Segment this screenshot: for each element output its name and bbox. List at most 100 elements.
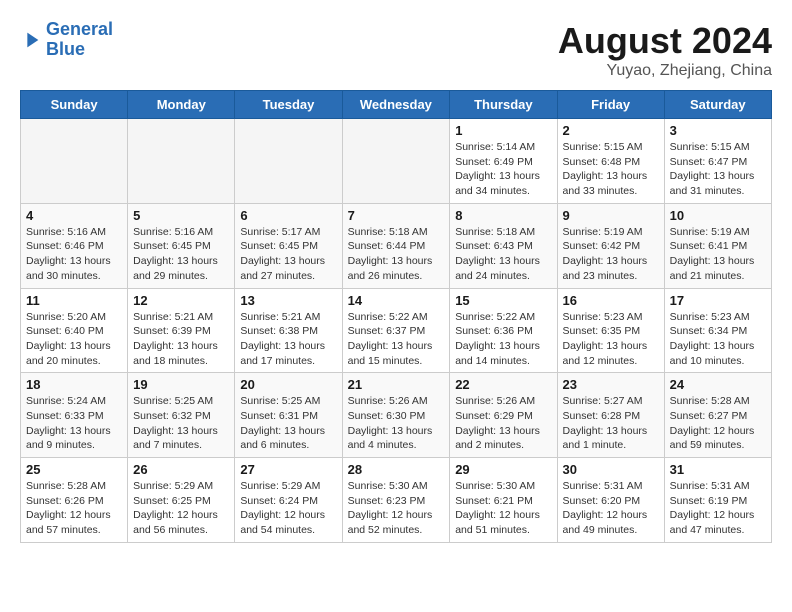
day-cell: [342, 119, 450, 204]
day-info: Sunrise: 5:18 AMSunset: 6:43 PMDaylight:…: [455, 225, 551, 284]
weekday-header-monday: Monday: [128, 91, 235, 119]
day-info: Sunrise: 5:26 AMSunset: 6:29 PMDaylight:…: [455, 394, 551, 453]
week-row-1: 1 Sunrise: 5:14 AMSunset: 6:49 PMDaylight…: [21, 119, 772, 204]
logo-line2: Blue: [46, 40, 113, 60]
day-info: Sunrise: 5:23 AMSunset: 6:35 PMDaylight:…: [563, 310, 659, 369]
day-number: 13: [240, 293, 336, 308]
day-cell: [21, 119, 128, 204]
day-info: Sunrise: 5:15 AMSunset: 6:47 PMDaylight:…: [670, 140, 766, 199]
day-number: 2: [563, 123, 659, 138]
day-number: 7: [348, 208, 445, 223]
day-info: Sunrise: 5:30 AMSunset: 6:21 PMDaylight:…: [455, 479, 551, 538]
day-cell: 3 Sunrise: 5:15 AMSunset: 6:47 PMDaylight…: [664, 119, 771, 204]
day-info: Sunrise: 5:14 AMSunset: 6:49 PMDaylight:…: [455, 140, 551, 199]
day-cell: 31 Sunrise: 5:31 AMSunset: 6:19 PMDayligh…: [664, 458, 771, 543]
logo-line1: General: [46, 19, 113, 39]
day-cell: 26Sunrise: 5:29 AMSunset: 6:25 PMDayligh…: [128, 458, 235, 543]
day-info: Sunrise: 5:23 AMSunset: 6:34 PMDaylight:…: [670, 310, 766, 369]
weekday-header-wednesday: Wednesday: [342, 91, 450, 119]
day-number: 9: [563, 208, 659, 223]
day-info: Sunrise: 5:28 AMSunset: 6:27 PMDaylight:…: [670, 394, 766, 453]
day-info: Sunrise: 5:24 AMSunset: 6:33 PMDaylight:…: [26, 394, 122, 453]
day-number: 25: [26, 462, 122, 477]
day-info: Sunrise: 5:16 AMSunset: 6:46 PMDaylight:…: [26, 225, 122, 284]
day-cell: 14Sunrise: 5:22 AMSunset: 6:37 PMDayligh…: [342, 288, 450, 373]
day-cell: 21Sunrise: 5:26 AMSunset: 6:30 PMDayligh…: [342, 373, 450, 458]
day-info: Sunrise: 5:29 AMSunset: 6:24 PMDaylight:…: [240, 479, 336, 538]
logo-text: General Blue: [46, 20, 113, 60]
day-info: Sunrise: 5:21 AMSunset: 6:39 PMDaylight:…: [133, 310, 229, 369]
day-cell: 22 Sunrise: 5:26 AMSunset: 6:29 PMDayligh…: [450, 373, 557, 458]
day-number: 1: [455, 123, 551, 138]
day-cell: 7 Sunrise: 5:18 AMSunset: 6:44 PMDaylight…: [342, 203, 450, 288]
day-number: 4: [26, 208, 122, 223]
day-cell: 28 Sunrise: 5:30 AMSunset: 6:23 PMDayligh…: [342, 458, 450, 543]
day-number: 24: [670, 377, 766, 392]
day-number: 29: [455, 462, 551, 477]
weekday-header-tuesday: Tuesday: [235, 91, 342, 119]
day-cell: 23Sunrise: 5:27 AMSunset: 6:28 PMDayligh…: [557, 373, 664, 458]
day-cell: 15Sunrise: 5:22 AMSunset: 6:36 PMDayligh…: [450, 288, 557, 373]
day-cell: 29 Sunrise: 5:30 AMSunset: 6:21 PMDayligh…: [450, 458, 557, 543]
day-number: 30: [563, 462, 659, 477]
logo-icon: [20, 29, 42, 51]
day-cell: 13Sunrise: 5:21 AMSunset: 6:38 PMDayligh…: [235, 288, 342, 373]
weekday-header-sunday: Sunday: [21, 91, 128, 119]
day-info: Sunrise: 5:17 AMSunset: 6:45 PMDaylight:…: [240, 225, 336, 284]
day-cell: [128, 119, 235, 204]
day-info: Sunrise: 5:30 AMSunset: 6:23 PMDaylight:…: [348, 479, 445, 538]
day-cell: 2 Sunrise: 5:15 AMSunset: 6:48 PMDaylight…: [557, 119, 664, 204]
page-header: General Blue August 2024 Yuyao, Zhejiang…: [20, 20, 772, 80]
day-number: 22: [455, 377, 551, 392]
day-number: 12: [133, 293, 229, 308]
day-info: Sunrise: 5:22 AMSunset: 6:37 PMDaylight:…: [348, 310, 445, 369]
day-number: 5: [133, 208, 229, 223]
day-info: Sunrise: 5:25 AMSunset: 6:31 PMDaylight:…: [240, 394, 336, 453]
day-info: Sunrise: 5:28 AMSunset: 6:26 PMDaylight:…: [26, 479, 122, 538]
day-number: 26: [133, 462, 229, 477]
day-number: 10: [670, 208, 766, 223]
day-number: 27: [240, 462, 336, 477]
day-cell: 30 Sunrise: 5:31 AMSunset: 6:20 PMDayligh…: [557, 458, 664, 543]
week-row-4: 18 Sunrise: 5:24 AMSunset: 6:33 PMDayligh…: [21, 373, 772, 458]
day-cell: 24 Sunrise: 5:28 AMSunset: 6:27 PMDayligh…: [664, 373, 771, 458]
day-info: Sunrise: 5:20 AMSunset: 6:40 PMDaylight:…: [26, 310, 122, 369]
day-number: 3: [670, 123, 766, 138]
day-cell: 9 Sunrise: 5:19 AMSunset: 6:42 PMDaylight…: [557, 203, 664, 288]
day-cell: 1 Sunrise: 5:14 AMSunset: 6:49 PMDaylight…: [450, 119, 557, 204]
day-info: Sunrise: 5:31 AMSunset: 6:19 PMDaylight:…: [670, 479, 766, 538]
day-cell: 20 Sunrise: 5:25 AMSunset: 6:31 PMDayligh…: [235, 373, 342, 458]
day-cell: 17 Sunrise: 5:23 AMSunset: 6:34 PMDayligh…: [664, 288, 771, 373]
day-cell: 18 Sunrise: 5:24 AMSunset: 6:33 PMDayligh…: [21, 373, 128, 458]
day-number: 28: [348, 462, 445, 477]
day-cell: 11Sunrise: 5:20 AMSunset: 6:40 PMDayligh…: [21, 288, 128, 373]
weekday-header-saturday: Saturday: [664, 91, 771, 119]
logo: General Blue: [20, 20, 113, 60]
title-block: August 2024 Yuyao, Zhejiang, China: [558, 20, 772, 80]
week-row-3: 11Sunrise: 5:20 AMSunset: 6:40 PMDayligh…: [21, 288, 772, 373]
day-cell: 6 Sunrise: 5:17 AMSunset: 6:45 PMDaylight…: [235, 203, 342, 288]
weekday-header-row: SundayMondayTuesdayWednesdayThursdayFrid…: [21, 91, 772, 119]
day-info: Sunrise: 5:31 AMSunset: 6:20 PMDaylight:…: [563, 479, 659, 538]
day-number: 17: [670, 293, 766, 308]
day-number: 8: [455, 208, 551, 223]
day-cell: [235, 119, 342, 204]
day-number: 18: [26, 377, 122, 392]
day-cell: 4 Sunrise: 5:16 AMSunset: 6:46 PMDaylight…: [21, 203, 128, 288]
day-number: 21: [348, 377, 445, 392]
day-info: Sunrise: 5:15 AMSunset: 6:48 PMDaylight:…: [563, 140, 659, 199]
day-info: Sunrise: 5:18 AMSunset: 6:44 PMDaylight:…: [348, 225, 445, 284]
day-number: 19: [133, 377, 229, 392]
day-number: 23: [563, 377, 659, 392]
day-cell: 5Sunrise: 5:16 AMSunset: 6:45 PMDaylight…: [128, 203, 235, 288]
day-info: Sunrise: 5:19 AMSunset: 6:42 PMDaylight:…: [563, 225, 659, 284]
day-cell: 27 Sunrise: 5:29 AMSunset: 6:24 PMDayligh…: [235, 458, 342, 543]
location-subtitle: Yuyao, Zhejiang, China: [558, 62, 772, 80]
day-number: 15: [455, 293, 551, 308]
day-number: 31: [670, 462, 766, 477]
day-cell: 8 Sunrise: 5:18 AMSunset: 6:43 PMDaylight…: [450, 203, 557, 288]
day-cell: 19Sunrise: 5:25 AMSunset: 6:32 PMDayligh…: [128, 373, 235, 458]
weekday-header-thursday: Thursday: [450, 91, 557, 119]
day-number: 6: [240, 208, 336, 223]
day-number: 20: [240, 377, 336, 392]
